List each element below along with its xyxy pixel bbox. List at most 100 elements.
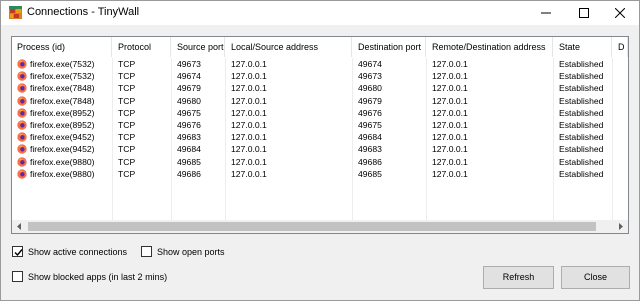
table-cell: 49680 [358, 83, 382, 94]
table-cell: 49685 [177, 156, 201, 167]
table-cell: 127.0.0.1 [231, 107, 267, 118]
table-cell: Established [559, 83, 604, 94]
table-cell: Established [559, 59, 604, 69]
table-row[interactable]: firefox.exe(8952) TCP 49675 127.0.0.1 49676 1… [12, 107, 628, 119]
table-row[interactable]: firefox.exe(7532) TCP 49674 127.0.0.1 49673 1… [12, 70, 628, 82]
window-title: Connections - TinyWall [27, 6, 140, 18]
table-cell: 49675 [177, 107, 201, 118]
table-cell: 49673 [358, 71, 382, 82]
horizontal-scrollbar[interactable] [12, 220, 628, 233]
chevron-left-icon [17, 223, 21, 230]
table-row[interactable]: firefox.exe(7848) TCP 49679 127.0.0.1 49680 1… [12, 82, 628, 94]
show-active-connections-label: Show active connections [28, 247, 128, 257]
process-cell: firefox.exe(9452) [30, 144, 95, 155]
connections-table[interactable]: Process (id) Protocol Source port Local/Sou… [11, 36, 629, 234]
tinywall-app-icon [9, 6, 22, 19]
column-header[interactable]: Destination port [353, 37, 426, 57]
table-cell: 127.0.0.1 [432, 71, 468, 82]
table-cell: 49685 [358, 168, 382, 179]
firefox-icon [17, 169, 27, 179]
firefox-icon [17, 144, 27, 154]
table-cell: 49675 [358, 120, 382, 130]
table-cell: 127.0.0.1 [432, 144, 468, 155]
table-cell: Established [559, 107, 604, 118]
process-cell: firefox.exe(7532) [30, 59, 95, 69]
close-icon [615, 8, 625, 18]
column-header[interactable]: Remote/Destination address [427, 37, 553, 57]
process-cell: firefox.exe(8952) [30, 120, 95, 130]
table-cell: TCP [118, 156, 136, 167]
checkbox-box[interactable] [12, 246, 23, 257]
table-cell: 127.0.0.1 [231, 168, 267, 179]
close-button[interactable]: Close [561, 266, 630, 289]
table-cell: 49683 [177, 132, 201, 143]
table-cell: 127.0.0.1 [432, 107, 468, 118]
process-cell: firefox.exe(7848) [30, 83, 95, 94]
table-row[interactable]: firefox.exe(9452) TCP 49683 127.0.0.1 49684 1… [12, 131, 628, 143]
column-header[interactable]: Local/Source address [226, 37, 352, 57]
checkmark-icon [14, 249, 23, 257]
table-cell: 49679 [177, 83, 201, 94]
process-cell: firefox.exe(8952) [30, 107, 95, 118]
table-cell: 127.0.0.1 [231, 71, 267, 82]
column-header[interactable]: Protocol [113, 37, 171, 57]
table-cell: Established [559, 71, 604, 82]
firefox-icon [17, 156, 27, 167]
process-cell: firefox.exe(9880) [30, 168, 95, 179]
table-cell: Established [559, 168, 604, 179]
close-window-button[interactable] [601, 1, 639, 25]
firefox-icon [17, 83, 27, 93]
table-cell: TCP [118, 132, 136, 143]
scroll-right-button[interactable] [613, 220, 628, 233]
table-cell: TCP [118, 83, 136, 94]
table-cell: 49674 [358, 59, 382, 69]
firefox-icon [17, 108, 27, 118]
process-cell: firefox.exe(7848) [30, 95, 95, 106]
table-cell: 49686 [358, 156, 382, 167]
table-cell: 49686 [177, 168, 201, 179]
column-header[interactable]: Source port [172, 37, 225, 57]
column-header[interactable]: Process (id) [12, 37, 112, 57]
refresh-button[interactable]: Refresh [483, 266, 554, 289]
table-header: Process (id) Protocol Source port Local/Sou… [12, 37, 628, 57]
scroll-left-button[interactable] [12, 220, 27, 233]
title-bar[interactable]: Connections - TinyWall [1, 1, 639, 25]
show-blocked-apps-label: Show blocked apps (in last 2 mins) [28, 272, 168, 282]
maximize-icon [579, 8, 589, 18]
column-header[interactable]: State [554, 37, 612, 57]
chevron-right-icon [619, 223, 623, 230]
table-row[interactable]: firefox.exe(7532) TCP 49673 127.0.0.1 49674 1… [12, 58, 628, 70]
column-header[interactable]: D [613, 37, 628, 57]
table-cell: TCP [118, 168, 136, 179]
minimize-icon [541, 12, 551, 14]
table-row[interactable]: firefox.exe(9880) TCP 49686 127.0.0.1 49685 1… [12, 168, 628, 180]
table-cell: 127.0.0.1 [231, 120, 267, 130]
firefox-icon [17, 71, 27, 81]
maximize-button[interactable] [565, 1, 603, 25]
table-cell: 49680 [177, 95, 201, 106]
table-cell: TCP [118, 71, 136, 82]
checkbox-box[interactable] [141, 246, 152, 257]
table-cell: Established [559, 132, 604, 143]
table-cell: TCP [118, 95, 136, 106]
minimize-button[interactable] [527, 1, 565, 25]
table-cell: 127.0.0.1 [432, 83, 468, 94]
table-row[interactable]: firefox.exe(7848) TCP 49680 127.0.0.1 49679 1… [12, 95, 628, 107]
table-cell: 127.0.0.1 [231, 59, 267, 69]
process-cell: firefox.exe(9452) [30, 132, 95, 143]
process-cell: firefox.exe(9880) [30, 156, 95, 167]
table-cell: 127.0.0.1 [432, 59, 468, 69]
scrollbar-thumb[interactable] [28, 222, 596, 231]
table-cell: TCP [118, 120, 136, 130]
table-cell: 127.0.0.1 [231, 132, 267, 143]
show-open-ports-label: Show open ports [157, 247, 225, 257]
table-cell: 49676 [358, 107, 382, 118]
checkbox-box[interactable] [12, 271, 23, 282]
table-row[interactable]: firefox.exe(8952) TCP 49676 127.0.0.1 49675 1… [12, 119, 628, 131]
table-cell: 49674 [177, 71, 201, 82]
firefox-icon [17, 95, 27, 106]
table-row[interactable]: firefox.exe(9452) TCP 49684 127.0.0.1 49683 1… [12, 143, 628, 155]
table-cell: 49683 [358, 144, 382, 155]
table-cell: 49676 [177, 120, 201, 130]
table-row[interactable]: firefox.exe(9880) TCP 49685 127.0.0.1 49686 1… [12, 156, 628, 168]
